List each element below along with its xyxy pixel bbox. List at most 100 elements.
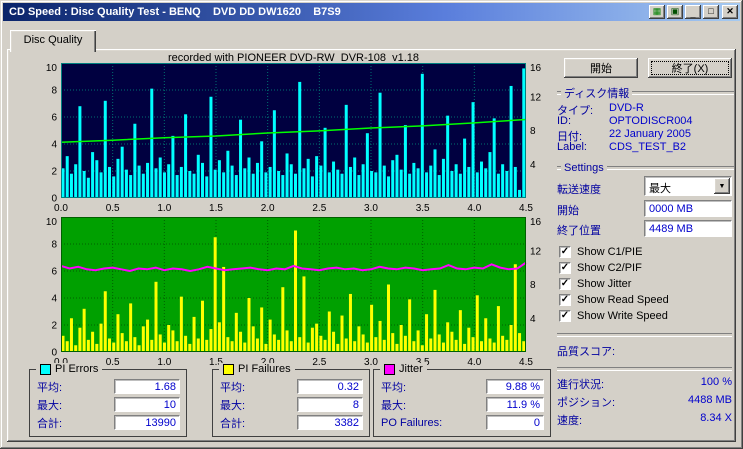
jitter-legend: Jitter	[380, 363, 427, 375]
minimize-button[interactable]: _	[685, 5, 701, 19]
show-write-speed-checkbox[interactable]: ✓ Show Write Speed	[559, 309, 668, 323]
show-read-speed-checkbox[interactable]: ✓ Show Read Speed	[559, 293, 669, 307]
pi-errors-stats-panel: PI Errors 平均: 1.68 最大: 10 合計: 13990	[29, 363, 187, 437]
maximum-label: 最大:	[220, 399, 246, 412]
svg-text:2: 2	[51, 167, 57, 178]
end-position-label: 終了位置	[557, 225, 601, 237]
maximum-value: 10	[114, 397, 180, 412]
svg-text:10: 10	[46, 63, 58, 74]
maximize-button[interactable]: □	[703, 5, 719, 19]
average-value: 1.68	[114, 379, 180, 394]
svg-text:4.0: 4.0	[467, 357, 481, 368]
disc-window-icon[interactable]: ▣	[667, 5, 683, 19]
pi-failures-legend: PI Failures	[219, 363, 295, 375]
disc-date-label: 日付:	[557, 131, 583, 143]
svg-text:8: 8	[51, 240, 57, 251]
maximize-icon: □	[708, 6, 714, 16]
show-c1-pie-checkbox[interactable]: ✓ Show C1/PIE	[559, 245, 642, 259]
titlebar[interactable]: CD Speed : Disc Quality Test - BENQ DVD …	[3, 3, 740, 21]
speed-row: 速度: 8.34 X	[557, 412, 732, 427]
po-failures-row: PO Failures: 0	[381, 415, 544, 430]
transfer-speed-select[interactable]: 最大 ▼	[644, 176, 732, 196]
checkbox-box[interactable]: ✓	[559, 294, 571, 306]
graph-icon: ▦	[652, 5, 662, 16]
svg-text:2.5: 2.5	[312, 357, 326, 368]
end-position-field[interactable]: 4489 MB	[644, 220, 732, 237]
disc-id-label: ID:	[557, 115, 572, 127]
position-label: ポジション:	[557, 397, 616, 409]
average-value: 9.88 %	[486, 379, 544, 394]
quality-score-row: 品質スコア: 95	[557, 343, 732, 358]
pi-errors-legend: PI Errors	[36, 363, 103, 375]
disc-date-value: 22 January 2005	[609, 128, 691, 140]
po-failures-value: 0	[486, 415, 544, 430]
start-position-field[interactable]: 0000 MB	[644, 200, 732, 217]
svg-text:10: 10	[46, 217, 58, 228]
svg-text:8: 8	[530, 280, 536, 291]
checkmark-icon: ✓	[560, 262, 570, 273]
checkbox-box[interactable]: ✓	[559, 310, 571, 322]
progress-value: 100 %	[700, 376, 732, 388]
transfer-speed-value: 最大	[649, 183, 671, 195]
close-button[interactable]: ✕	[722, 5, 738, 19]
maximum-label: 最大:	[37, 399, 63, 412]
total-label: 合計:	[37, 417, 63, 430]
maximum-value: 11.9 %	[486, 397, 544, 412]
pi-failures-average-row: 平均: 0.32	[220, 379, 363, 394]
svg-text:4: 4	[51, 294, 57, 305]
chevron-down-icon[interactable]: ▼	[714, 178, 730, 194]
app-window: CD Speed : Disc Quality Test - BENQ DVD …	[0, 0, 743, 449]
disc-info-header-label: ディスク情報	[564, 88, 630, 100]
pi-failures-marker-icon	[223, 363, 234, 375]
svg-text:16: 16	[530, 63, 542, 74]
disc-type-value: DVD-R	[609, 102, 644, 114]
svg-text:4.5: 4.5	[519, 357, 533, 368]
show-c2-pif-checkbox[interactable]: ✓ Show C2/PIF	[559, 261, 642, 275]
disc-label-row: Label: CDS_TEST_B2	[557, 141, 732, 154]
svg-text:4: 4	[530, 160, 536, 171]
svg-text:1.0: 1.0	[157, 203, 171, 214]
start-position-label: 開始	[557, 205, 579, 217]
average-label: 平均:	[381, 381, 407, 394]
show-jitter-checkbox[interactable]: ✓ Show Jitter	[559, 277, 631, 291]
svg-text:3.0: 3.0	[364, 203, 378, 214]
checkmark-icon: ✓	[560, 278, 570, 289]
po-failures-label: PO Failures:	[381, 416, 443, 429]
settings-header-label: Settings	[564, 162, 604, 174]
pi-failures-total-row: 合計: 3382	[220, 415, 363, 430]
pi-errors-chart: 0 2 4 6 8 10 4 8 12 16 0.0 0.5 1.0 1.5 2.0 2.5 3.0 3.5 4.0…	[7, 63, 552, 217]
pi-errors-total-row: 合計: 13990	[37, 415, 180, 430]
pi-errors-maximum-row: 最大: 10	[37, 397, 180, 412]
checkbox-label: Show Jitter	[577, 278, 632, 290]
svg-text:4.5: 4.5	[519, 203, 533, 214]
disc-type-label: タイプ:	[557, 105, 594, 117]
tab-disc-quality[interactable]: Disc Quality	[10, 30, 96, 52]
svg-text:12: 12	[530, 92, 542, 103]
graph-window-icon[interactable]: ▦	[649, 5, 665, 19]
divider	[557, 367, 732, 371]
svg-text:12: 12	[530, 246, 542, 257]
quality-score-label: 品質スコア:	[557, 346, 616, 358]
average-label: 平均:	[220, 381, 246, 394]
jitter-legend-label: Jitter	[399, 363, 423, 375]
svg-text:2.5: 2.5	[312, 203, 326, 214]
checkbox-box[interactable]: ✓	[559, 262, 571, 274]
pi-errors-marker-icon	[40, 363, 51, 375]
svg-text:4: 4	[51, 140, 57, 151]
pi-failures-stats-panel: PI Failures 平均: 0.32 最大: 8 合計: 3382	[212, 363, 370, 437]
pi-failures-legend-label: PI Failures	[238, 363, 291, 375]
checkbox-box[interactable]: ✓	[559, 246, 571, 258]
exit-button[interactable]: 終了(X)	[648, 58, 732, 78]
svg-text:4.0: 4.0	[467, 203, 481, 214]
start-button[interactable]: 開始	[564, 58, 638, 78]
disc-info-header: ディスク情報	[557, 87, 734, 100]
svg-text:0.5: 0.5	[106, 357, 120, 368]
checkbox-box[interactable]: ✓	[559, 278, 571, 290]
disc-id-value: OPTODISCR004	[609, 115, 693, 127]
average-label: 平均:	[37, 381, 63, 394]
svg-text:6: 6	[51, 113, 57, 124]
checkbox-label: Show C2/PIF	[577, 262, 642, 274]
start-position-row: 開始 0000 MB	[557, 200, 732, 218]
progress-label: 進行状況:	[557, 379, 605, 391]
exit-button-label: 終了(X)	[671, 63, 709, 75]
